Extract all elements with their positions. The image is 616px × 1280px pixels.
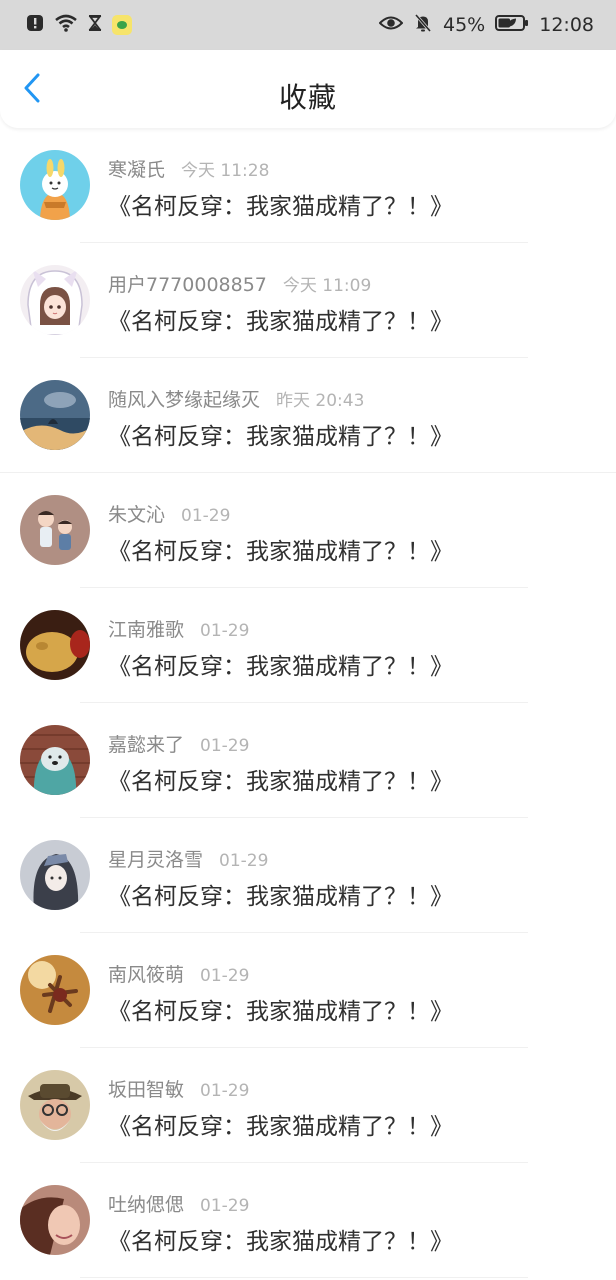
book-title: 《名柯反穿：我家猫成精了？！》 <box>108 539 453 565</box>
avatar <box>20 610 90 680</box>
item-meta: 江南雅歌 01-29 <box>108 615 249 642</box>
battery-percent: 45% <box>443 14 486 36</box>
book-title: 《名柯反穿：我家猫成精了？！》 <box>108 309 453 335</box>
avatar <box>20 495 90 565</box>
timestamp: 今天 11:28 <box>181 161 270 181</box>
user-name: 南风筱萌 <box>108 964 185 986</box>
avatar <box>20 840 90 910</box>
timestamp: 01-29 <box>200 621 250 641</box>
item-meta: 寒凝氏 今天 11:28 <box>108 155 269 182</box>
timestamp: 01-29 <box>219 851 269 871</box>
page-title: 收藏 <box>278 81 337 114</box>
status-bar-left <box>26 13 142 37</box>
user-name: 吐纳偲偲 <box>108 1194 185 1216</box>
user-name: 用户7770008857 <box>108 274 267 296</box>
alert-icon <box>26 14 44 36</box>
avatar <box>20 150 90 220</box>
user-name: 坂田智敏 <box>108 1079 185 1101</box>
book-title: 《名柯反穿：我家猫成精了？！》 <box>108 999 453 1025</box>
avatar <box>20 955 90 1025</box>
avatar <box>20 1070 90 1140</box>
book-title: 《名柯反穿：我家猫成精了？！》 <box>108 769 453 795</box>
hourglass-icon <box>88 14 102 36</box>
list-item[interactable]: 朱文沁 01-29 《名柯反穿：我家猫成精了？！》 <box>0 473 616 588</box>
user-name: 嘉懿来了 <box>108 734 185 756</box>
item-meta: 坂田智敏 01-29 <box>108 1075 249 1102</box>
battery-icon <box>495 14 529 36</box>
header: 收藏 <box>0 50 616 128</box>
timestamp: 今天 11:09 <box>282 276 372 296</box>
user-name: 江南雅歌 <box>108 619 185 641</box>
eye-icon <box>378 15 404 35</box>
item-meta: 朱文沁 01-29 <box>108 500 230 527</box>
timestamp: 01-29 <box>200 1196 250 1216</box>
timestamp: 01-29 <box>200 736 250 756</box>
list-item[interactable]: 随风入梦缘起缘灭 昨天 20:43 《名柯反穿：我家猫成精了？！》 <box>0 358 616 473</box>
list-item[interactable]: 用户7770008857 今天 11:09 《名柯反穿：我家猫成精了？！》 <box>0 243 616 358</box>
list-item[interactable]: 吐纳偲偲 01-29 《名柯反穿：我家猫成精了？！》 <box>0 1163 616 1278</box>
user-name: 朱文沁 <box>108 504 166 526</box>
timestamp: 01-29 <box>181 506 231 526</box>
list-item[interactable]: 南风筱萌 01-29 《名柯反穿：我家猫成精了？！》 <box>0 933 616 1048</box>
item-meta: 随风入梦缘起缘灭 昨天 20:43 <box>108 385 364 412</box>
book-title: 《名柯反穿：我家猫成精了？！》 <box>108 884 453 910</box>
timestamp: 01-29 <box>200 1081 250 1101</box>
book-title: 《名柯反穿：我家猫成精了？！》 <box>108 1114 453 1140</box>
avatar <box>20 1185 90 1255</box>
list-item[interactable]: 坂田智敏 01-29 《名柯反穿：我家猫成精了？！》 <box>0 1048 616 1163</box>
avatar <box>20 380 90 450</box>
status-bar: 45% 12:08 <box>0 0 616 50</box>
item-meta: 南风筱萌 01-29 <box>108 960 249 987</box>
timestamp: 昨天 20:43 <box>276 391 365 411</box>
list-item[interactable]: 寒凝氏 今天 11:28 《名柯反穿：我家猫成精了？！》 <box>0 128 616 243</box>
book-title: 《名柯反穿：我家猫成精了？！》 <box>108 654 453 680</box>
item-meta: 吐纳偲偲 01-29 <box>108 1190 249 1217</box>
item-meta: 用户7770008857 今天 11:09 <box>108 270 371 297</box>
user-name: 星月灵洛雪 <box>108 849 204 871</box>
item-meta: 嘉懿来了 01-29 <box>108 730 249 757</box>
avatar <box>20 265 90 335</box>
wifi-icon <box>54 13 78 37</box>
book-title: 《名柯反穿：我家猫成精了？！》 <box>108 1229 453 1255</box>
item-meta: 星月灵洛雪 01-29 <box>108 845 268 872</box>
app-notification-icon <box>112 15 132 35</box>
user-name: 寒凝氏 <box>108 159 166 181</box>
bell-off-icon <box>413 13 433 37</box>
status-bar-right: 45% 12:08 <box>369 13 594 37</box>
list-item[interactable]: 嘉懿来了 01-29 《名柯反穿：我家猫成精了？！》 <box>0 703 616 818</box>
avatar <box>20 725 90 795</box>
list-item[interactable]: 江南雅歌 01-29 《名柯反穿：我家猫成精了？！》 <box>0 588 616 703</box>
user-name: 随风入梦缘起缘灭 <box>108 389 261 411</box>
divider <box>80 1277 528 1278</box>
favorites-list: 寒凝氏 今天 11:28 《名柯反穿：我家猫成精了？！》 用户777000885… <box>0 128 616 1278</box>
clock: 12:08 <box>539 14 594 36</box>
book-title: 《名柯反穿：我家猫成精了？！》 <box>108 194 453 220</box>
timestamp: 01-29 <box>200 966 250 986</box>
list-item[interactable]: 星月灵洛雪 01-29 《名柯反穿：我家猫成精了？！》 <box>0 818 616 933</box>
book-title: 《名柯反穿：我家猫成精了？！》 <box>108 424 453 450</box>
